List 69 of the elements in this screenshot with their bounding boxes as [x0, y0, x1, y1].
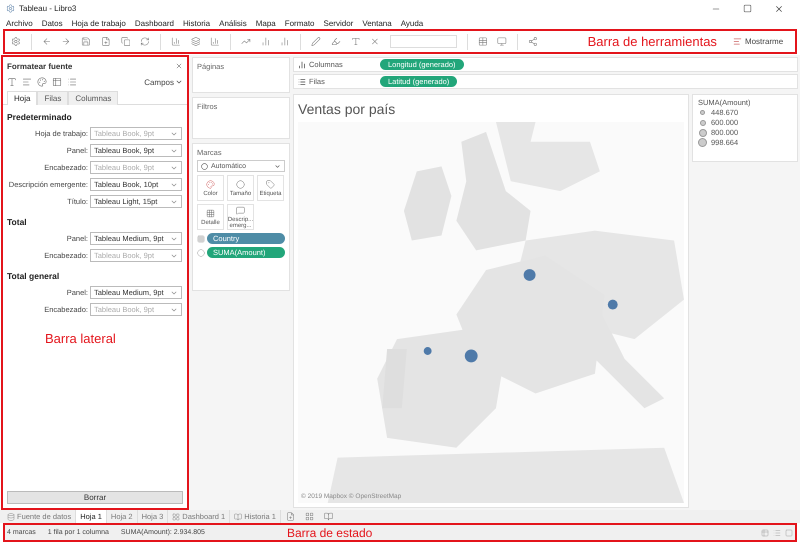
show-me-button[interactable]: Mostrarme [726, 36, 790, 47]
pane-title: Formatear fuente [7, 62, 72, 70]
caret-icon [175, 78, 183, 86]
app-logo-icon [6, 4, 15, 13]
menu-item[interactable]: Datos [42, 18, 63, 28]
close-icon[interactable] [774, 4, 784, 14]
forward-icon[interactable] [61, 36, 72, 47]
window-title: Tableau - Libro3 [19, 4, 76, 13]
size-swatch [698, 128, 706, 136]
pen-icon[interactable] [311, 36, 321, 47]
section-title: Total general [7, 271, 60, 281]
label-icon [266, 180, 275, 188]
menu-item[interactable]: Historia [183, 18, 210, 28]
size-swatch [698, 138, 707, 147]
layers-icon[interactable] [190, 36, 200, 47]
new-dashboard-icon[interactable] [304, 512, 314, 521]
lines-icon[interactable] [67, 77, 77, 87]
shelf-icon [298, 60, 306, 68]
maximize-icon[interactable] [743, 4, 752, 12]
menu-item[interactable]: Formato [284, 18, 315, 28]
tooltip-icon [236, 206, 245, 214]
new-sheet-icon[interactable] [100, 36, 111, 47]
dashboard-icon [172, 512, 180, 520]
circle-icon [201, 162, 208, 170]
pane-tab[interactable]: Hoja [7, 91, 38, 105]
menu-item[interactable]: Mapa [256, 18, 276, 28]
annotation-label: Barra de herramientas [588, 34, 717, 49]
menu-item[interactable]: Dashboard [134, 18, 174, 28]
detail-icon [206, 208, 215, 218]
menu-item[interactable]: Archivo [6, 18, 33, 28]
color-icon [206, 180, 215, 188]
borders-icon[interactable] [52, 77, 62, 87]
clear-button[interactable]: Borrar [7, 491, 183, 504]
size-swatch [700, 120, 706, 126]
menu-item[interactable]: Análisis [219, 18, 247, 28]
view-title: Ventas por país [298, 100, 396, 119]
duplicate-icon[interactable] [120, 36, 130, 47]
share-icon[interactable] [528, 36, 538, 47]
menu-item[interactable]: Ayuda [400, 18, 424, 28]
pane-tab[interactable]: Columnas [68, 91, 118, 105]
caret-icon [274, 162, 281, 170]
data-icon [7, 512, 15, 520]
menu-item[interactable]: Hoja de trabajo [72, 18, 126, 28]
save-icon[interactable] [81, 36, 91, 47]
encoding-icon [197, 234, 205, 242]
shelf-icon [298, 78, 306, 86]
section-title: Predeterminado [7, 112, 73, 122]
story-icon [234, 512, 242, 520]
refresh-icon[interactable] [140, 36, 150, 47]
new-worksheet-icon[interactable] [286, 512, 295, 521]
highlighter-icon[interactable] [330, 36, 341, 47]
back-icon[interactable] [42, 36, 52, 47]
shading-icon[interactable] [37, 77, 47, 87]
font-icon[interactable] [7, 77, 17, 87]
gear-icon[interactable] [11, 36, 21, 47]
fields-dropdown[interactable]: Campos [144, 78, 183, 86]
size-swatch [700, 110, 705, 115]
encoding-icon [197, 248, 205, 256]
alignment-icon[interactable] [22, 77, 32, 87]
menu-item[interactable]: Servidor [324, 18, 354, 28]
annotation-label: Barra de estado [286, 526, 372, 540]
pane-tab[interactable]: Filas [37, 91, 68, 105]
section-title: Total [7, 217, 28, 227]
new-story-icon[interactable] [324, 512, 333, 521]
text-icon[interactable] [350, 36, 360, 47]
annotation-label: Barra lateral [45, 331, 116, 346]
close-icon[interactable] [175, 62, 183, 70]
menu-item[interactable]: Ventana [362, 18, 392, 28]
presentation-icon[interactable] [497, 36, 507, 47]
